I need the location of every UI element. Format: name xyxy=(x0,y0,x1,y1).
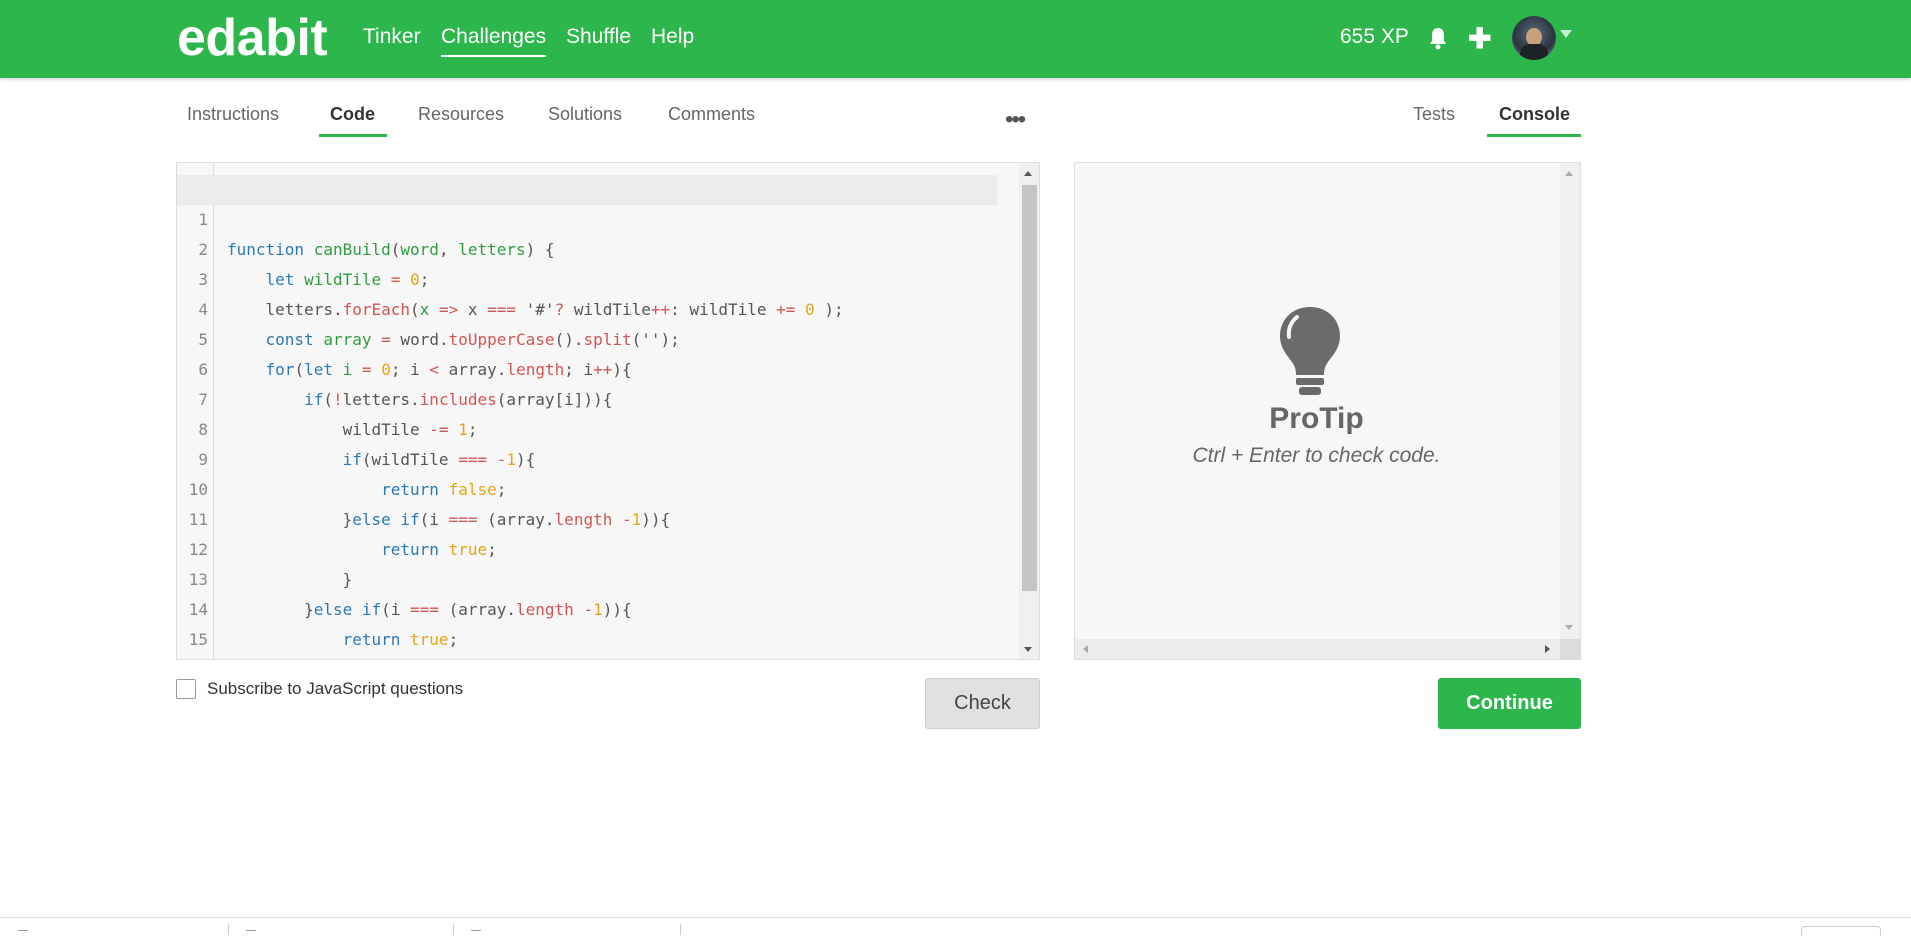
nav-shuffle[interactable]: Shuffle xyxy=(566,25,631,49)
code-line[interactable]: 12 } xyxy=(177,505,997,589)
code-line[interactable]: 6 if(!letters.includes(array[i])){ xyxy=(177,325,997,409)
scroll-down-icon[interactable] xyxy=(1024,647,1032,652)
lightbulb-icon xyxy=(1280,307,1340,395)
code-line[interactable]: 7 wildTile -= 1; xyxy=(177,355,997,439)
code-line[interactable]: 13 }else if(i === (array.length -1)){ xyxy=(177,535,997,619)
nav-help[interactable]: Help xyxy=(651,25,694,49)
subscribe-label[interactable]: Subscribe to JavaScript questions xyxy=(207,679,463,699)
protip-text: Ctrl + Enter to check code. xyxy=(1192,444,1441,467)
code-line[interactable]: 9 return false; xyxy=(177,415,997,499)
avatar[interactable] xyxy=(1512,16,1556,60)
bottom-item-mark xyxy=(18,930,28,935)
divider xyxy=(680,924,681,935)
protip-title: ProTip xyxy=(1269,402,1364,435)
code-line[interactable]: 15 } xyxy=(177,595,997,649)
tab-code[interactable]: Code xyxy=(330,104,375,125)
code-line[interactable]: 10 }else if(i === (array.length -1)){ xyxy=(177,445,997,529)
scroll-up-icon[interactable] xyxy=(1024,171,1032,176)
bottom-item-mark xyxy=(471,930,481,935)
code-line[interactable]: 11 return true; xyxy=(177,475,997,559)
continue-button[interactable]: Continue xyxy=(1438,678,1581,729)
scroll-left-icon[interactable] xyxy=(1083,645,1088,653)
scroll-right-icon[interactable] xyxy=(1545,645,1550,653)
console-horizontal-scrollbar[interactable] xyxy=(1075,639,1560,659)
nav-tinker[interactable]: Tinker xyxy=(363,25,421,49)
scroll-up-icon[interactable] xyxy=(1565,171,1573,176)
check-button[interactable]: Check xyxy=(925,678,1040,729)
tab-resources[interactable]: Resources xyxy=(418,104,504,125)
code-line[interactable]: 5 for(let i = 0; i < array.length; i++){ xyxy=(177,295,997,379)
tab-instructions[interactable]: Instructions xyxy=(187,104,279,125)
code-line[interactable]: 8 if(wildTile === -1){ xyxy=(177,385,997,469)
scroll-down-icon[interactable] xyxy=(1565,625,1573,630)
tab-tests[interactable]: Tests xyxy=(1413,104,1455,125)
plus-icon[interactable]: ✚ xyxy=(1468,22,1491,55)
bottom-item-mark xyxy=(246,930,256,935)
code-editor[interactable]: 1 function canBuild(word, letters) { 2 l… xyxy=(176,162,1040,660)
scrollbar-corner xyxy=(1560,639,1580,659)
chevron-down-icon[interactable] xyxy=(1560,30,1572,38)
code-line[interactable]: 2 let wildTile = 0; xyxy=(177,205,997,289)
tab-console[interactable]: Console xyxy=(1499,104,1570,125)
divider xyxy=(228,924,229,935)
subscribe-checkbox[interactable] xyxy=(176,679,196,699)
more-options-icon[interactable]: ••• xyxy=(1005,106,1026,134)
code-line[interactable]: 16 } xyxy=(177,625,997,655)
code-line[interactable]: 14 return true; xyxy=(177,565,997,649)
top-navbar: edabit Tinker Challenges Shuffle Help 65… xyxy=(0,0,1911,78)
active-tab-indicator xyxy=(1487,134,1581,137)
bottom-bar xyxy=(0,917,1911,936)
bottom-box xyxy=(1801,926,1881,936)
xp-counter[interactable]: 655 XP xyxy=(1340,25,1409,49)
tab-solutions[interactable]: Solutions xyxy=(548,104,622,125)
code-line[interactable]: 3 letters.forEach(x => x === '#'? wildTi… xyxy=(177,235,997,319)
code-line[interactable]: 1 function canBuild(word, letters) { xyxy=(177,175,997,259)
editor-scrollbar-thumb[interactable] xyxy=(1022,185,1037,591)
tab-comments[interactable]: Comments xyxy=(668,104,755,125)
divider xyxy=(453,924,454,935)
nav-challenges[interactable]: Challenges xyxy=(441,25,547,57)
edabit-logo[interactable]: edabit xyxy=(177,8,328,68)
console-vertical-scrollbar[interactable] xyxy=(1560,163,1580,639)
active-tab-indicator xyxy=(319,134,387,137)
code-line[interactable]: 4 const array = word.toUpperCase().split… xyxy=(177,265,997,349)
bell-icon[interactable] xyxy=(1428,26,1448,50)
